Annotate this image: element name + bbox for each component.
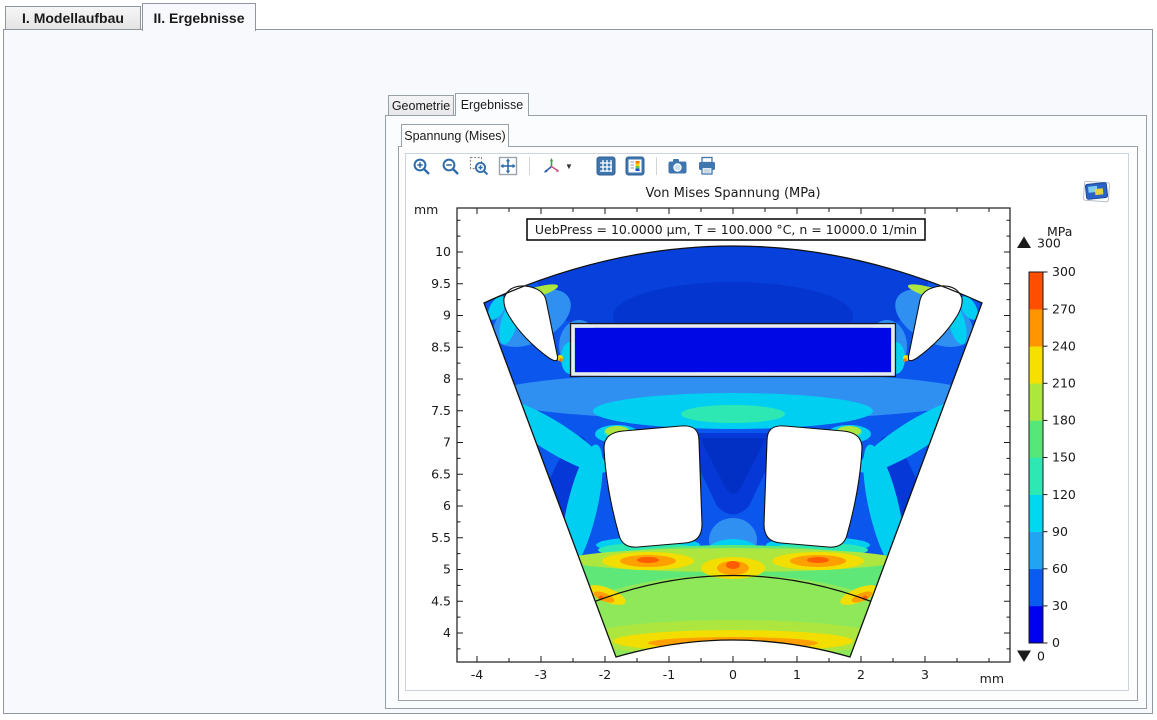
svg-text:210: 210 xyxy=(1052,376,1076,391)
x-axis-unit: mm xyxy=(980,671,1004,686)
svg-text:-1: -1 xyxy=(663,667,675,682)
max-marker-icon xyxy=(1017,237,1031,249)
svg-text:7: 7 xyxy=(443,435,451,450)
svg-text:90: 90 xyxy=(1052,524,1068,539)
tab-modellaufbau-label: I. Modellaufbau xyxy=(22,10,124,26)
svg-text:30: 30 xyxy=(1052,598,1068,613)
tab-geometrie[interactable]: Geometrie xyxy=(388,95,454,116)
color-legend-icon[interactable] xyxy=(624,155,646,177)
svg-text:9.5: 9.5 xyxy=(431,276,451,291)
plot-thumbnail-icon[interactable] xyxy=(1083,181,1109,202)
toolbar-separator xyxy=(529,157,530,175)
y-axis-tick-labels: 10 9.5 9 8.5 8 7.5 7 6.5 6 5.5 5 4.5 4 xyxy=(431,244,451,640)
svg-text:5: 5 xyxy=(443,562,451,577)
svg-text:8.5: 8.5 xyxy=(431,339,451,354)
tab-spannung-mises[interactable]: Spannung (Mises) xyxy=(401,124,509,147)
grid-icon[interactable] xyxy=(595,155,617,177)
svg-text:120: 120 xyxy=(1052,487,1076,502)
colorbar-min-label: 0 xyxy=(1037,649,1045,664)
svg-text:4.5: 4.5 xyxy=(431,593,451,608)
view-orientation-icon[interactable] xyxy=(540,155,562,177)
colorbar: 0 30 60 90 120 150 180 210 240 270 300 xyxy=(1029,264,1076,650)
zoom-in-icon[interactable] xyxy=(410,155,432,177)
svg-text:-4: -4 xyxy=(471,667,484,682)
annotation-text: UebPress = 10.0000 µm, T = 100.000 °C, n… xyxy=(535,222,917,237)
svg-text:-3: -3 xyxy=(535,667,547,682)
svg-text:4: 4 xyxy=(443,625,451,640)
plot-title: Von Mises Spannung (MPa) xyxy=(645,186,820,201)
svg-text:0: 0 xyxy=(1052,635,1060,650)
svg-text:5.5: 5.5 xyxy=(431,530,451,545)
svg-text:300: 300 xyxy=(1052,264,1076,279)
svg-text:9: 9 xyxy=(443,308,451,323)
svg-text:180: 180 xyxy=(1052,413,1076,428)
svg-text:60: 60 xyxy=(1052,561,1068,576)
x-axis-tick-labels: -4 -3 -2 -1 0 1 2 3 xyxy=(471,667,929,682)
flux-barrier-right xyxy=(764,426,862,547)
view-orientation-dropdown-caret[interactable]: ▼ xyxy=(565,162,573,171)
svg-text:7.5: 7.5 xyxy=(431,403,451,418)
svg-text:270: 270 xyxy=(1052,301,1076,316)
svg-text:3: 3 xyxy=(921,667,929,682)
tab-modellaufbau[interactable]: I. Modellaufbau xyxy=(5,6,141,30)
tab-ergebnisse-main-label: II. Ergebnisse xyxy=(153,10,244,26)
colorbar-max-label: 300 xyxy=(1037,236,1061,251)
zoom-out-icon[interactable] xyxy=(439,155,461,177)
tab-ergebnisse-label: Ergebnisse xyxy=(461,98,524,112)
svg-text:6.5: 6.5 xyxy=(431,466,451,481)
tab-spannung-mises-label: Spannung (Mises) xyxy=(404,129,505,143)
snapshot-icon[interactable] xyxy=(667,155,689,177)
svg-text:6: 6 xyxy=(443,498,451,513)
svg-text:1: 1 xyxy=(793,667,801,682)
graphics-toolbar: ▼ xyxy=(410,153,718,179)
svg-text:2: 2 xyxy=(857,667,865,682)
toolbar-separator xyxy=(656,157,657,175)
tab-ergebnisse-main[interactable]: II. Ergebnisse xyxy=(142,3,256,31)
flux-barrier-left xyxy=(604,426,702,547)
app-window: I. Modellaufbau II. Ergebnisse i Letzte … xyxy=(0,0,1157,720)
tab-ergebnisse[interactable]: Ergebnisse xyxy=(455,93,529,116)
svg-text:10: 10 xyxy=(435,244,451,259)
svg-text:150: 150 xyxy=(1052,450,1076,465)
zoom-box-icon[interactable] xyxy=(468,155,490,177)
min-marker-icon xyxy=(1017,651,1031,663)
stress-plot: Von Mises Spannung (MPa) mm mm -4 -3 -2 -1 0… xyxy=(406,179,1128,690)
svg-text:0: 0 xyxy=(729,667,737,682)
print-icon[interactable] xyxy=(696,155,718,177)
svg-text:8: 8 xyxy=(443,371,451,386)
annotation-box: UebPress = 10.0000 µm, T = 100.000 °C, n… xyxy=(527,219,925,240)
magnet-slot xyxy=(571,324,896,377)
svg-text:-2: -2 xyxy=(599,667,611,682)
svg-text:240: 240 xyxy=(1052,338,1076,353)
zoom-extents-icon[interactable] xyxy=(497,155,519,177)
y-axis-unit: mm xyxy=(414,202,438,217)
tab-geometrie-label: Geometrie xyxy=(392,99,450,113)
